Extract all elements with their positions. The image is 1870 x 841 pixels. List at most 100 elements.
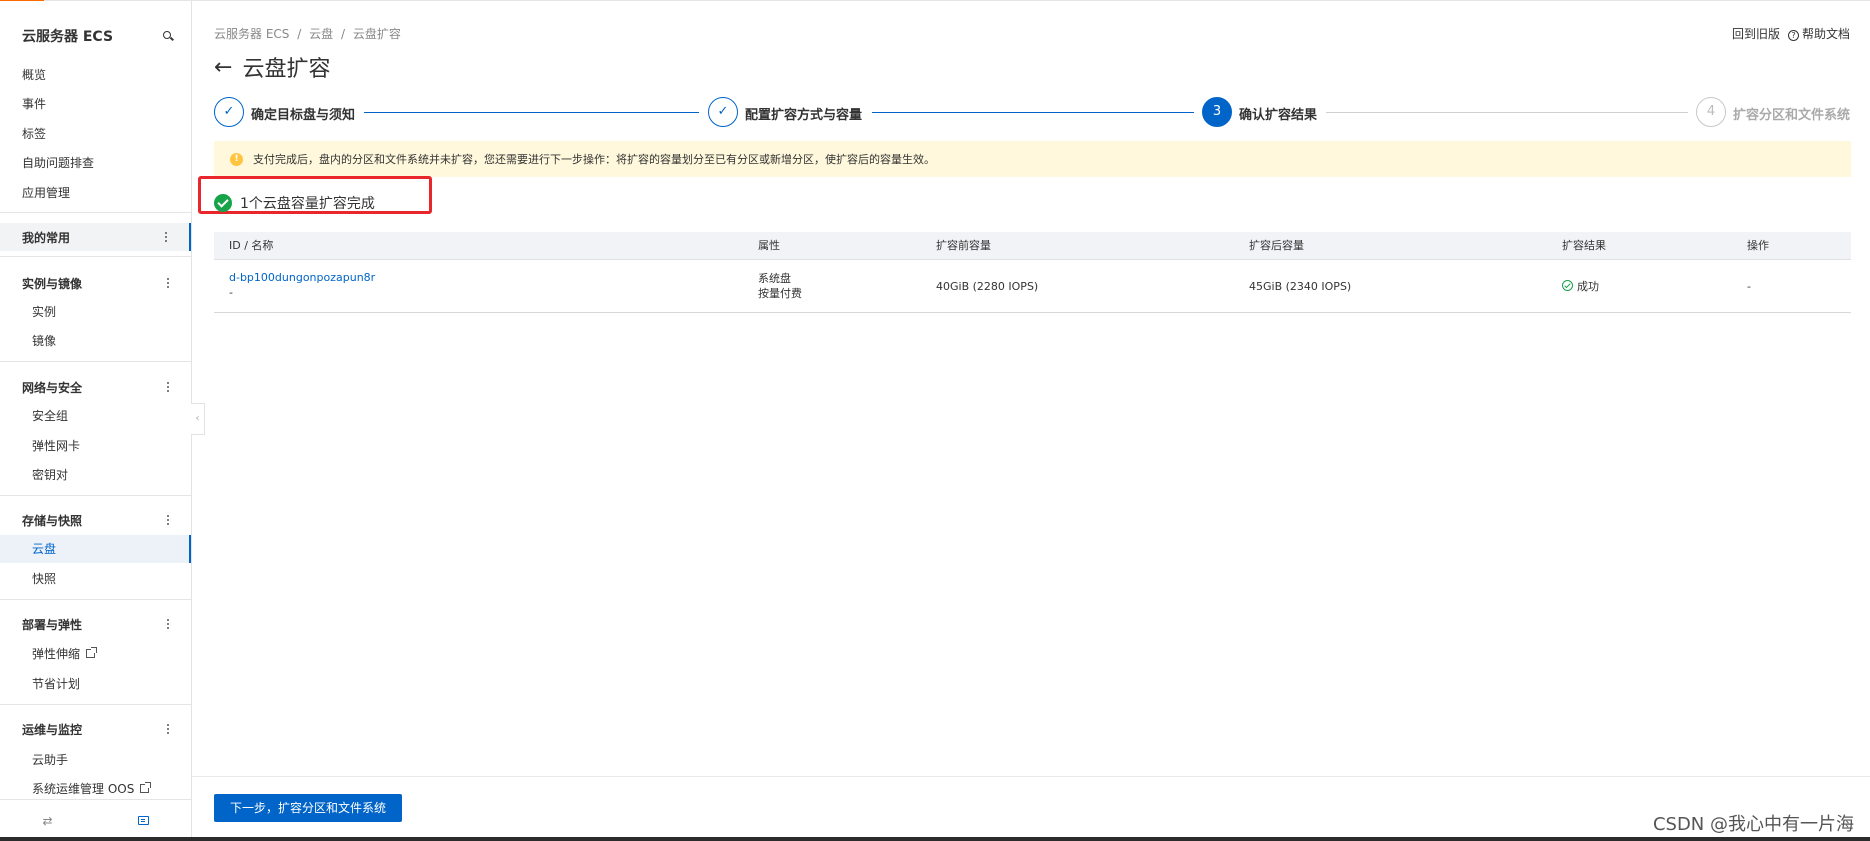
warning-icon: ! — [230, 152, 243, 166]
more-icon[interactable] — [165, 278, 171, 288]
success-check-icon — [214, 194, 232, 212]
notice-banner: ! 支付完成后，盘内的分区和文件系统并未扩容，您还需要进行下一步操作：将扩容的容… — [214, 141, 1851, 177]
more-icon[interactable] — [163, 232, 169, 242]
more-icon[interactable] — [165, 619, 171, 629]
sidebar-footer: ⇄ — [0, 799, 191, 841]
step-4-circle: 4 — [1696, 97, 1726, 127]
step-2-check-icon: ✓ — [708, 97, 738, 127]
step-connector — [872, 112, 1194, 113]
sidebar-item-label: 弹性伸缩 — [32, 647, 81, 661]
sidebar-divider — [0, 256, 191, 257]
col-header-attr: 属性 — [758, 239, 780, 252]
success-icon — [1562, 280, 1573, 291]
top-links: 回到旧版 ? 帮助文档 — [1732, 25, 1850, 42]
sidebar-item-savings-plan[interactable]: 节省计划 — [32, 674, 80, 694]
sidebar-group-storage[interactable]: 存储与快照 — [0, 506, 191, 534]
sidebar-collapse-handle[interactable]: ‹ — [191, 403, 205, 435]
disk-category: 系统盘 — [758, 272, 791, 285]
disk-id-link[interactable]: d-bp100dungonpozapun8r — [229, 270, 375, 285]
cell-action: - — [1747, 280, 1751, 293]
sidebar-group-favorites[interactable]: 我的常用 — [0, 223, 191, 251]
switch-icon[interactable]: ⇄ — [42, 814, 52, 828]
sidebar-group-label: 部署与弹性 — [22, 617, 83, 632]
sidebar-group-network[interactable]: 网络与安全 — [0, 373, 191, 401]
step-1-check-icon: ✓ — [214, 97, 244, 127]
table-header: ID / 名称 属性 扩容前容量 扩容后容量 扩容结果 操作 — [214, 232, 1851, 260]
taskbar-strip — [0, 837, 1870, 841]
cell-attributes: 系统盘 按量付费 — [758, 271, 802, 301]
notice-text: 支付完成后，盘内的分区和文件系统并未扩容，您还需要进行下一步操作：将扩容的容量划… — [253, 153, 935, 166]
result-title: 1个云盘容量扩容完成 — [240, 196, 375, 212]
result-status: 成功 — [1577, 280, 1599, 293]
sidebar-item-overview[interactable]: 概览 — [22, 65, 46, 85]
sidebar-group-label: 我的常用 — [22, 230, 71, 245]
col-header-after: 扩容后容量 — [1249, 239, 1304, 252]
cell-result: 成功 — [1562, 279, 1599, 294]
breadcrumb-separator: / — [340, 27, 345, 41]
col-header-action: 操作 — [1747, 239, 1769, 252]
breadcrumb-ecs[interactable]: 云服务器 ECS — [214, 27, 289, 41]
table-row: d-bp100dungonpozapun8r - 系统盘 按量付费 40GiB … — [214, 260, 1851, 313]
sidebar-item-oos[interactable]: 系统运维管理 OOS — [32, 779, 152, 799]
footer-divider — [192, 776, 1870, 777]
sidebar-item-security-groups[interactable]: 安全组 — [32, 406, 68, 426]
sidebar-item-eni[interactable]: 弹性网卡 — [32, 436, 80, 456]
back-arrow-icon[interactable]: ← — [214, 55, 232, 80]
step-2-label: 配置扩容方式与容量 — [745, 108, 863, 123]
sidebar-item-app-management[interactable]: 应用管理 — [22, 183, 70, 203]
help-docs-link[interactable]: ? 帮助文档 — [1787, 25, 1850, 42]
step-1-label: 确定目标盘与须知 — [251, 108, 356, 123]
breadcrumb-current: 云盘扩容 — [352, 27, 401, 41]
sidebar-group-instances[interactable]: 实例与镜像 — [0, 269, 191, 297]
search-icon[interactable] — [162, 30, 174, 42]
col-header-id: ID / 名称 — [229, 239, 274, 252]
sidebar-item-instances[interactable]: 实例 — [32, 302, 56, 322]
more-icon[interactable] — [165, 515, 171, 525]
sidebar-group-deployment[interactable]: 部署与弹性 — [0, 610, 191, 638]
sidebar-group-label: 网络与安全 — [22, 380, 83, 395]
step-3-circle: 3 — [1202, 97, 1232, 127]
sidebar-item-images[interactable]: 镜像 — [32, 331, 56, 351]
sidebar-group-ops[interactable]: 运维与监控 — [0, 715, 191, 743]
external-link-icon — [140, 782, 152, 793]
next-step-button[interactable]: 下一步，扩容分区和文件系统 — [214, 794, 403, 822]
breadcrumb-disks[interactable]: 云盘 — [309, 27, 333, 41]
sidebar-item-disks-label[interactable]: 云盘 — [32, 539, 56, 559]
col-header-before: 扩容前容量 — [936, 239, 991, 252]
more-icon[interactable] — [165, 382, 171, 392]
sidebar-divider — [0, 495, 191, 496]
sidebar-group-label: 实例与镜像 — [22, 276, 83, 291]
chat-icon[interactable] — [137, 816, 149, 825]
cell-id-name: d-bp100dungonpozapun8r - — [229, 270, 375, 300]
sidebar-divider — [0, 599, 191, 600]
sidebar-divider — [0, 212, 191, 213]
result-table: ID / 名称 属性 扩容前容量 扩容后容量 扩容结果 操作 d-bp100du… — [214, 232, 1851, 313]
step-3-label: 确认扩容结果 — [1239, 108, 1318, 123]
sidebar-item-label: 系统运维管理 OOS — [32, 782, 135, 796]
breadcrumb: 云服务器 ECS / 云盘 / 云盘扩容 — [214, 25, 405, 42]
sidebar-group-label: 存储与快照 — [22, 513, 83, 528]
sidebar-item-snapshots[interactable]: 快照 — [32, 569, 56, 589]
sidebar-item-disks[interactable] — [0, 535, 191, 563]
billing-method: 按量付费 — [758, 287, 802, 300]
step-connector — [364, 112, 699, 113]
sidebar-group-label: 运维与监控 — [22, 722, 83, 737]
sidebar-item-keypairs[interactable]: 密钥对 — [32, 465, 68, 485]
sidebar-divider — [0, 361, 191, 362]
more-icon[interactable] — [165, 724, 171, 734]
result-summary: 1个云盘容量扩容完成 — [214, 193, 375, 213]
sidebar: 云服务器 ECS 概览 事件 标签 自助问题排查 应用管理 我的常用 实例与镜像… — [0, 1, 192, 841]
cell-after-capacity: 45GiB (2340 IOPS) — [1249, 280, 1352, 293]
sidebar-item-autoscaling[interactable]: 弹性伸缩 — [32, 644, 98, 664]
top-border — [0, 0, 1870, 1]
cell-before-capacity: 40GiB (2280 IOPS) — [936, 280, 1039, 293]
watermark: CSDN @我心中有一片海 — [1652, 814, 1854, 835]
sidebar-item-events[interactable]: 事件 — [22, 94, 46, 114]
disk-name: - — [229, 286, 233, 299]
back-to-old-version-link[interactable]: 回到旧版 — [1732, 25, 1780, 42]
sidebar-item-troubleshoot[interactable]: 自助问题排查 — [22, 153, 94, 173]
page-header: ← 云盘扩容 — [214, 52, 330, 83]
step-4-label: 扩容分区和文件系统 — [1733, 108, 1851, 123]
sidebar-item-tags[interactable]: 标签 — [22, 124, 46, 144]
sidebar-item-cloud-assistant[interactable]: 云助手 — [32, 750, 68, 770]
